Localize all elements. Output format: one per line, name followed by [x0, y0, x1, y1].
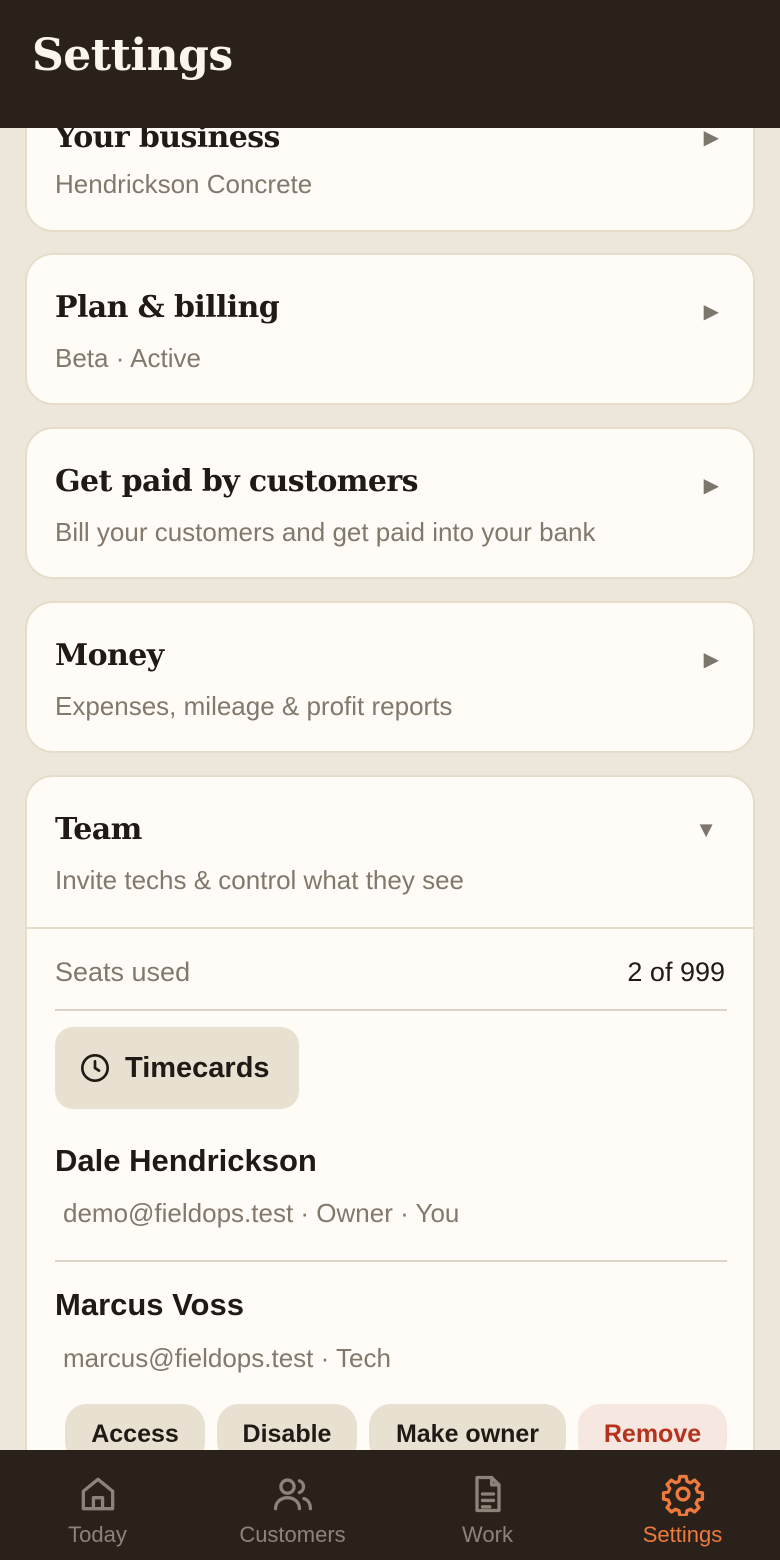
- timecards-label: Timecards: [125, 1051, 270, 1084]
- tab-label: Customers: [239, 1522, 346, 1547]
- business-subtitle: Hendrickson Concrete: [55, 169, 313, 199]
- tab-label: Settings: [642, 1522, 723, 1547]
- member-meta: marcus@fieldops.test · Tech: [63, 1343, 391, 1373]
- tab-today[interactable]: Today: [0, 1450, 195, 1560]
- disable-button[interactable]: Disable: [217, 1404, 357, 1450]
- chevron-right-icon: ▶: [703, 475, 719, 497]
- money-subtitle: Expenses, mileage & profit reports: [55, 691, 453, 721]
- payments-subtitle: Bill your customers and get paid into yo…: [55, 517, 596, 547]
- app-header: Settings: [0, 0, 780, 128]
- access-button[interactable]: Access: [65, 1404, 205, 1450]
- seats-divider: [55, 1009, 727, 1011]
- remove-button[interactable]: Remove: [578, 1404, 727, 1450]
- plan-card[interactable]: Plan & billing Beta · Active ▶: [25, 253, 755, 405]
- chevron-right-icon: ▶: [703, 301, 719, 323]
- tab-label: Work: [462, 1522, 513, 1547]
- document-icon: [474, 1475, 501, 1513]
- member-divider: [55, 1260, 727, 1262]
- money-card[interactable]: Money Expenses, mileage & profit reports…: [25, 601, 755, 753]
- tab-work[interactable]: Work: [390, 1450, 585, 1560]
- team-subtitle: Invite techs & control what they see: [55, 865, 464, 895]
- payments-title: Get paid by customers: [55, 464, 418, 499]
- team-card-header[interactable]: Team Invite techs & control what they se…: [27, 777, 753, 927]
- money-title: Money: [55, 638, 164, 673]
- payments-card[interactable]: Get paid by customers Bill your customer…: [25, 427, 755, 579]
- tab-settings[interactable]: Settings: [585, 1450, 780, 1560]
- team-title: Team: [55, 812, 142, 847]
- seats-used-value: 2 of 999: [627, 957, 725, 987]
- clock-icon: [81, 1054, 109, 1082]
- home-icon: [81, 1477, 114, 1511]
- chevron-right-icon: ▶: [703, 649, 719, 671]
- tab-label: Today: [68, 1522, 127, 1547]
- make-owner-button[interactable]: Make owner: [369, 1404, 566, 1450]
- member-meta: demo@fieldops.test · Owner · You: [63, 1198, 460, 1228]
- member-name: Dale Hendrickson: [55, 1143, 317, 1178]
- gear-icon: [661, 1474, 704, 1516]
- users-icon: [273, 1478, 312, 1511]
- member-name: Marcus Voss: [55, 1287, 244, 1322]
- bottom-tab-bar: Today Customers Work Settings: [0, 1450, 780, 1560]
- timecards-button[interactable]: Timecards: [55, 1027, 299, 1109]
- team-divider: [27, 927, 753, 929]
- page-title: Settings: [32, 30, 233, 81]
- settings-list: Your business Hendrickson Concrete ▶ Pla…: [0, 0, 780, 1450]
- seats-used-label: Seats used: [55, 957, 191, 987]
- plan-subtitle: Beta · Active: [55, 343, 201, 373]
- plan-title: Plan & billing: [55, 290, 280, 325]
- chevron-right-icon: ▶: [703, 127, 719, 149]
- chevron-down-icon: ▼: [695, 817, 717, 842]
- tab-customers[interactable]: Customers: [195, 1450, 390, 1560]
- team-card: Team Invite techs & control what they se…: [25, 775, 755, 1450]
